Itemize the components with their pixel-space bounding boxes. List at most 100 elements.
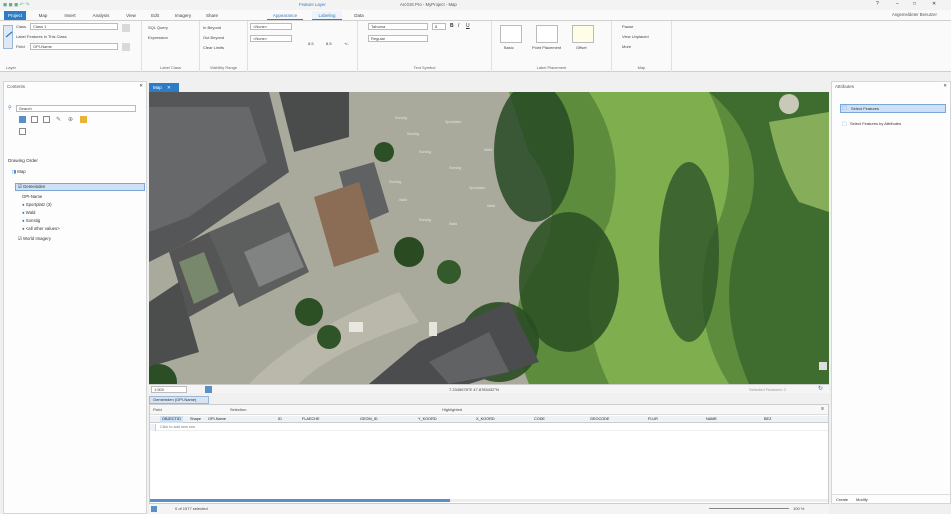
sql-icon[interactable]: [122, 43, 130, 51]
font-dropdown[interactable]: Tahoma: [368, 23, 428, 30]
select-features-item[interactable]: Select Features: [840, 104, 946, 113]
tree-item-wald[interactable]: ● Wald: [22, 210, 35, 215]
tab-share[interactable]: Share: [202, 11, 222, 20]
zoom-slider[interactable]: [709, 508, 789, 509]
column-header[interactable]: ID: [278, 416, 282, 423]
column-header[interactable]: GEOCODE: [590, 416, 609, 423]
column-header[interactable]: FLAECHE: [302, 416, 320, 423]
table-menu-icon[interactable]: ≡: [821, 406, 824, 412]
list-by-selection-icon[interactable]: [43, 116, 50, 123]
class-label: Class: [16, 24, 27, 29]
more-button[interactable]: More: [622, 44, 631, 49]
column-header[interactable]: BEZ: [764, 416, 771, 423]
panel-close-icon[interactable]: ✕: [943, 83, 947, 89]
font-size-dropdown[interactable]: 8: [432, 23, 446, 30]
bold-icon[interactable]: B: [450, 23, 454, 29]
table-header: OBJECTID Shape OPI-Name ID FLAECHE GEOM_…: [150, 416, 828, 423]
user-name[interactable]: Angemeldeter Benutzer: [892, 12, 937, 17]
tab-modify[interactable]: Modify: [856, 497, 868, 502]
tab-data[interactable]: Data: [350, 11, 368, 20]
in-beyond-button[interactable]: In Beyond: [203, 25, 221, 30]
list-by-drawing-order-icon[interactable]: [19, 116, 26, 123]
select-by-attributes-item[interactable]: Select Features by Attributes: [840, 121, 901, 126]
font-style-dropdown[interactable]: Regular: [368, 35, 428, 42]
panel-close-icon[interactable]: ✕: [139, 83, 143, 89]
maximize-icon[interactable]: □: [913, 1, 916, 7]
map-view-tab[interactable]: Map ✕: [149, 83, 179, 92]
column-header[interactable]: GEOM_ID: [360, 416, 378, 423]
tab-create[interactable]: Create: [836, 497, 848, 502]
placement-point-button[interactable]: [536, 25, 558, 43]
column-header[interactable]: X_KOORD: [476, 416, 495, 423]
list-by-labeling-icon[interactable]: [80, 116, 87, 123]
map-view[interactable]: Sonstig Sportplatz Wald Sonstig Sportpla…: [149, 92, 829, 384]
minimize-icon[interactable]: –: [896, 1, 899, 7]
column-header[interactable]: FLUR: [648, 416, 658, 423]
attribute-table-tab[interactable]: Gemeinden (OPI-Name): [149, 396, 209, 404]
underline-icon[interactable]: U: [466, 23, 470, 29]
list-by-snapping-icon[interactable]: ⊕: [68, 116, 73, 123]
tab-appearance[interactable]: Appearance: [267, 11, 303, 20]
tree-item-sportplatz[interactable]: ● Sportplatz (3): [22, 202, 52, 207]
tab-insert[interactable]: Insert: [60, 11, 80, 20]
context-tab-title: Feature Layer: [299, 2, 326, 7]
expression-button[interactable]: Expression: [148, 35, 168, 40]
tab-close-icon[interactable]: ✕: [167, 85, 171, 90]
column-header[interactable]: OBJECTID: [160, 416, 183, 423]
refresh-icon[interactable]: ↻: [818, 385, 823, 392]
table-view-icon[interactable]: [151, 506, 157, 512]
scrollbar-thumb[interactable]: [150, 499, 450, 502]
max-scale-dropdown[interactable]: <None>: [250, 35, 292, 42]
out-beyond-button[interactable]: Out Beyond: [203, 35, 224, 40]
italic-icon[interactable]: I: [458, 23, 459, 29]
pause-button[interactable]: Pause: [622, 24, 633, 29]
filter-icon[interactable]: ⚲: [8, 105, 12, 111]
tree-item-gemeinden[interactable]: ☑ Gemeinden: [15, 183, 145, 191]
tree-item-map[interactable]: ◨ Map: [12, 169, 26, 175]
tab-imagery[interactable]: Imagery: [170, 11, 196, 20]
column-header[interactable]: NAME: [706, 416, 717, 423]
column-header[interactable]: CODE: [534, 416, 545, 423]
view-unplaced-button[interactable]: View Unplaced: [622, 34, 649, 39]
column-header[interactable]: Y_KOORD: [418, 416, 437, 423]
quick-access-icons[interactable]: ◼ ◼ ◼ ↶ ↷: [3, 2, 43, 8]
label-features-checkbox[interactable]: Label Features in This Class: [16, 34, 67, 39]
row-selector[interactable]: [150, 424, 156, 431]
list-by-editing-icon[interactable]: ✎: [56, 116, 61, 123]
tab-view[interactable]: View: [122, 11, 140, 20]
horizontal-scrollbar[interactable]: [150, 499, 828, 502]
class-dropdown[interactable]: Class 1: [30, 23, 118, 30]
table-row[interactable]: Click to add new row: [150, 424, 828, 431]
expression-icon[interactable]: [122, 24, 130, 32]
tree-item-world-imagery[interactable]: ☑ World Imagery: [18, 236, 51, 242]
placement-offset-button[interactable]: [572, 25, 594, 43]
column-header[interactable]: Shape: [190, 416, 201, 423]
tab-analysis[interactable]: Analysis: [88, 11, 114, 20]
symbol-size-3[interactable]: +/-: [344, 41, 349, 46]
close-icon[interactable]: ✕: [932, 1, 936, 7]
tree-item-sonstig[interactable]: ● Sonstig: [22, 218, 40, 223]
placement-basic-button[interactable]: [500, 25, 522, 43]
clear-limits-button[interactable]: Clear Limits: [203, 45, 224, 50]
tab-edit[interactable]: Edit: [146, 11, 164, 20]
label-toggle-button[interactable]: [3, 25, 13, 49]
symbol-size-1[interactable]: 8.5: [308, 41, 314, 46]
sql-query-button[interactable]: SQL Query: [148, 25, 168, 30]
list-by-charts-icon[interactable]: [19, 128, 26, 135]
tab-map[interactable]: Map: [34, 11, 52, 20]
grid-icon[interactable]: [205, 386, 212, 393]
help-icon[interactable]: ?: [876, 1, 879, 7]
selection-menu[interactable]: Selection: [230, 407, 246, 412]
min-scale-dropdown[interactable]: <None>: [250, 23, 292, 30]
list-by-source-icon[interactable]: [31, 116, 38, 123]
scale-dropdown[interactable]: 1:500: [151, 386, 187, 393]
contents-search-input[interactable]: Search: [16, 105, 136, 112]
highlighted-menu[interactable]: Highlighted: [442, 407, 462, 412]
tree-item-other-values[interactable]: ● <all other values>: [22, 226, 60, 231]
tab-labeling[interactable]: Labeling: [312, 11, 342, 20]
field-menu[interactable]: Field: [153, 407, 162, 412]
column-header[interactable]: OPI-Name: [208, 416, 226, 423]
tab-project[interactable]: Project: [4, 11, 26, 20]
field-dropdown[interactable]: OPI-Name: [30, 43, 118, 50]
symbol-size-2[interactable]: 8.5: [326, 41, 332, 46]
